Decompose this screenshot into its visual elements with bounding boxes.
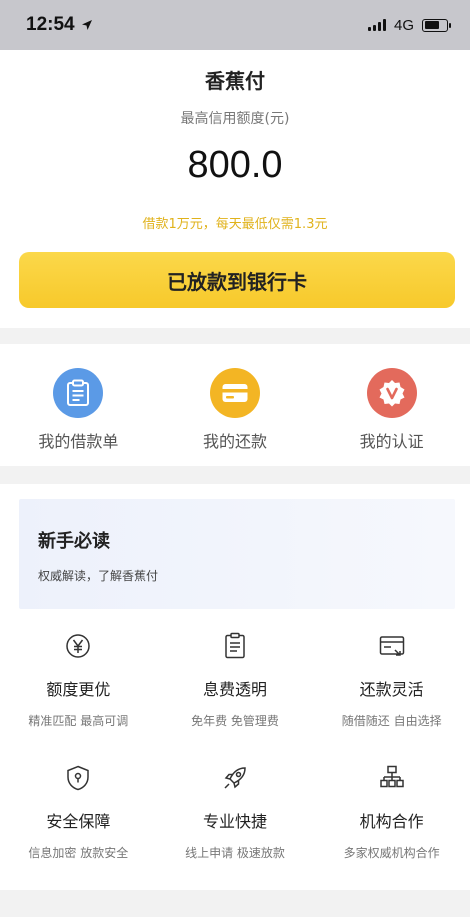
- credit-card-section: 香蕉付 最高信用额度(元) 800.0 借款1万元，每天最低仅需1.3元 已放款…: [0, 50, 470, 328]
- loan-status-button[interactable]: 已放款到银行卡: [19, 252, 455, 308]
- signal-icon: [367, 19, 386, 31]
- feature-fast-professional: 专业快捷 线上申请 极速放款: [157, 756, 314, 888]
- clipboard-icon: [67, 379, 90, 406]
- action-my-repayments[interactable]: 我的还款: [157, 344, 314, 466]
- app-title: 香蕉付: [205, 69, 265, 93]
- action-label: 我的还款: [203, 432, 268, 451]
- feature-desc: 信息加密 放款安全: [28, 846, 129, 860]
- action-label: 我的借款单: [38, 432, 119, 451]
- status-time-text: 12:54: [26, 14, 75, 35]
- beginner-guide-banner[interactable]: 新手必读 权威解读，了解香蕉付: [19, 499, 455, 609]
- quick-actions: 我的借款单 我的还款 我的认证: [0, 344, 470, 466]
- feature-title: 还款灵活: [359, 680, 424, 699]
- feature-desc: 多家权威机构合作: [343, 846, 440, 860]
- promo-text: 借款1万元，每天最低仅需1.3元: [142, 217, 328, 232]
- action-my-loans[interactable]: 我的借款单: [0, 344, 157, 466]
- card-arrow-icon: [379, 636, 404, 656]
- credit-limit-value: 800.0: [187, 144, 283, 186]
- feature-desc: 精准匹配 最高可调: [28, 714, 129, 728]
- action-label: 我的认证: [359, 432, 424, 451]
- feature-title: 专业快捷: [202, 812, 267, 831]
- status-time: 12:54: [26, 14, 93, 36]
- location-arrow-icon: [81, 20, 92, 30]
- battery-icon: [422, 18, 451, 32]
- guide-subtitle: 权威解读，了解香蕉付: [38, 569, 159, 583]
- feature-transparent-fees: 息费透明 免年费 免管理费: [157, 624, 314, 756]
- feature-desc: 免年费 免管理费: [191, 714, 279, 728]
- action-icon-circle: [53, 368, 104, 418]
- feature-title: 额度更优: [46, 680, 111, 699]
- rocket-icon: [224, 767, 246, 789]
- feature-security: 安全保障 信息加密 放款安全: [0, 756, 157, 888]
- feature-flexible-repayment: 还款灵活 随借随还 自由选择: [313, 624, 470, 756]
- guide-title: 新手必读: [38, 531, 110, 552]
- yen-circle-icon: [66, 634, 91, 658]
- badge-v-icon: [379, 380, 405, 407]
- action-icon-circle: [366, 368, 417, 418]
- feature-better-limit: 额度更优 精准匹配 最高可调: [0, 624, 157, 756]
- feature-desc: 随借随还 自由选择: [341, 714, 442, 728]
- card-icon: [222, 384, 248, 402]
- network-label: 4G: [393, 16, 414, 34]
- feature-institution-partners: 机构合作 多家权威机构合作: [313, 756, 470, 888]
- action-icon-circle: [210, 368, 260, 418]
- document-icon: [225, 632, 245, 659]
- features-section: 新手必读 权威解读，了解香蕉付 额度更优 精准匹配 最高可调 息费透明 免年费 …: [0, 484, 470, 890]
- feature-grid: 额度更优 精准匹配 最高可调 息费透明 免年费 免管理费 还款灵活 随借随还 自…: [0, 624, 470, 888]
- feature-title: 安全保障: [46, 812, 111, 831]
- feature-title: 息费透明: [202, 680, 267, 699]
- status-indicators: 4G: [367, 16, 451, 34]
- shield-lock-icon: [67, 765, 90, 791]
- feature-title: 机构合作: [359, 812, 424, 831]
- action-my-verification[interactable]: 我的认证: [313, 344, 470, 466]
- feature-desc: 线上申请 极速放款: [185, 846, 285, 860]
- status-bar: 12:54 4G: [0, 0, 470, 50]
- credit-limit-label: 最高信用额度(元): [180, 111, 290, 127]
- org-chart-icon: [379, 765, 404, 788]
